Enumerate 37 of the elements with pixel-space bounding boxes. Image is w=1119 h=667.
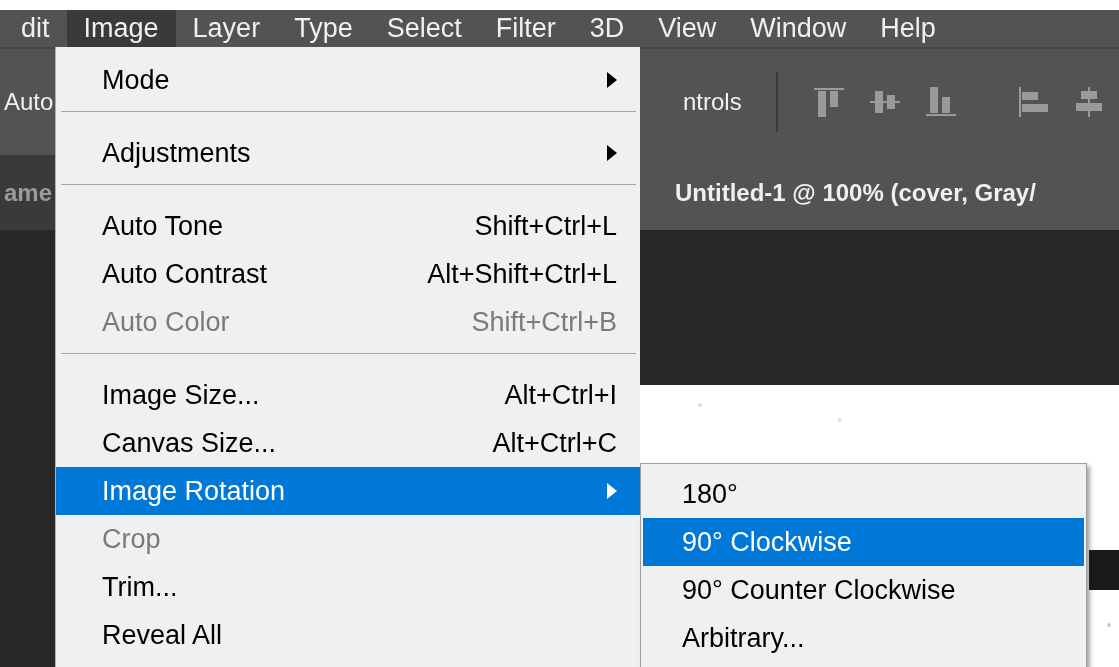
- menu-bar-item[interactable]: Image: [66, 10, 176, 47]
- submenu-item[interactable]: 90° Counter Clockwise: [643, 566, 1084, 614]
- align-top-icon[interactable]: [811, 85, 846, 119]
- align-bottom-icon[interactable]: [923, 85, 958, 119]
- menu-item[interactable]: Auto Tone Shift+Ctrl+L: [56, 202, 640, 250]
- menu-bar-item[interactable]: Filter: [478, 10, 573, 47]
- document-tab[interactable]: Untitled-1 @ 100% (cover, Gray/: [640, 155, 1119, 230]
- document-tab[interactable]: ame: [0, 155, 55, 230]
- options-text: Auto: [3, 87, 55, 117]
- menu-bar-item[interactable]: Help: [863, 10, 953, 47]
- menu-bar-item[interactable]: dit: [4, 10, 67, 47]
- shortcut-text: Shift+Ctrl+L: [474, 209, 617, 243]
- menu-item[interactable]: Mode: [56, 56, 640, 104]
- shortcut-text: Alt+Shift+Ctrl+L: [427, 257, 617, 291]
- shortcut-text: Shift+Ctrl+B: [471, 305, 617, 339]
- shortcut-text: Alt+Ctrl+I: [504, 378, 617, 412]
- submenu-item[interactable]: 90° Clockwise: [643, 518, 1084, 566]
- menu-item[interactable]: Auto Contrast Alt+Shift+Ctrl+L: [56, 250, 640, 298]
- submenu-item[interactable]: Arbitrary...: [643, 614, 1084, 662]
- menu-bar-item[interactable]: Select: [369, 10, 479, 47]
- menu-item[interactable]: Adjustments: [56, 129, 640, 177]
- options-text: ntrols: [682, 87, 742, 117]
- menu-item[interactable]: Reveal All: [56, 611, 640, 659]
- submenu-arrow-icon: [607, 145, 617, 161]
- menu-bar-item[interactable]: 3D: [572, 10, 642, 47]
- menu-item[interactable]: Canvas Size... Alt+Ctrl+C: [56, 419, 640, 467]
- submenu-arrow-icon: [607, 72, 617, 88]
- submenu-item[interactable]: 180°: [643, 470, 1084, 518]
- submenu-arrow-icon: [607, 483, 617, 499]
- menu-item[interactable]: Image Rotation: [56, 467, 640, 515]
- menu-bar-item[interactable]: Type: [277, 10, 370, 47]
- menu-bar-item[interactable]: Window: [733, 10, 864, 47]
- menu-bar-item[interactable]: Layer: [175, 10, 278, 47]
- shortcut-text: Alt+Ctrl+C: [492, 426, 617, 460]
- menu-item[interactable]: Image Size... Alt+Ctrl+I: [56, 371, 640, 419]
- menu-bar-item[interactable]: View: [641, 10, 734, 47]
- menu-item[interactable]: Trim...: [56, 563, 640, 611]
